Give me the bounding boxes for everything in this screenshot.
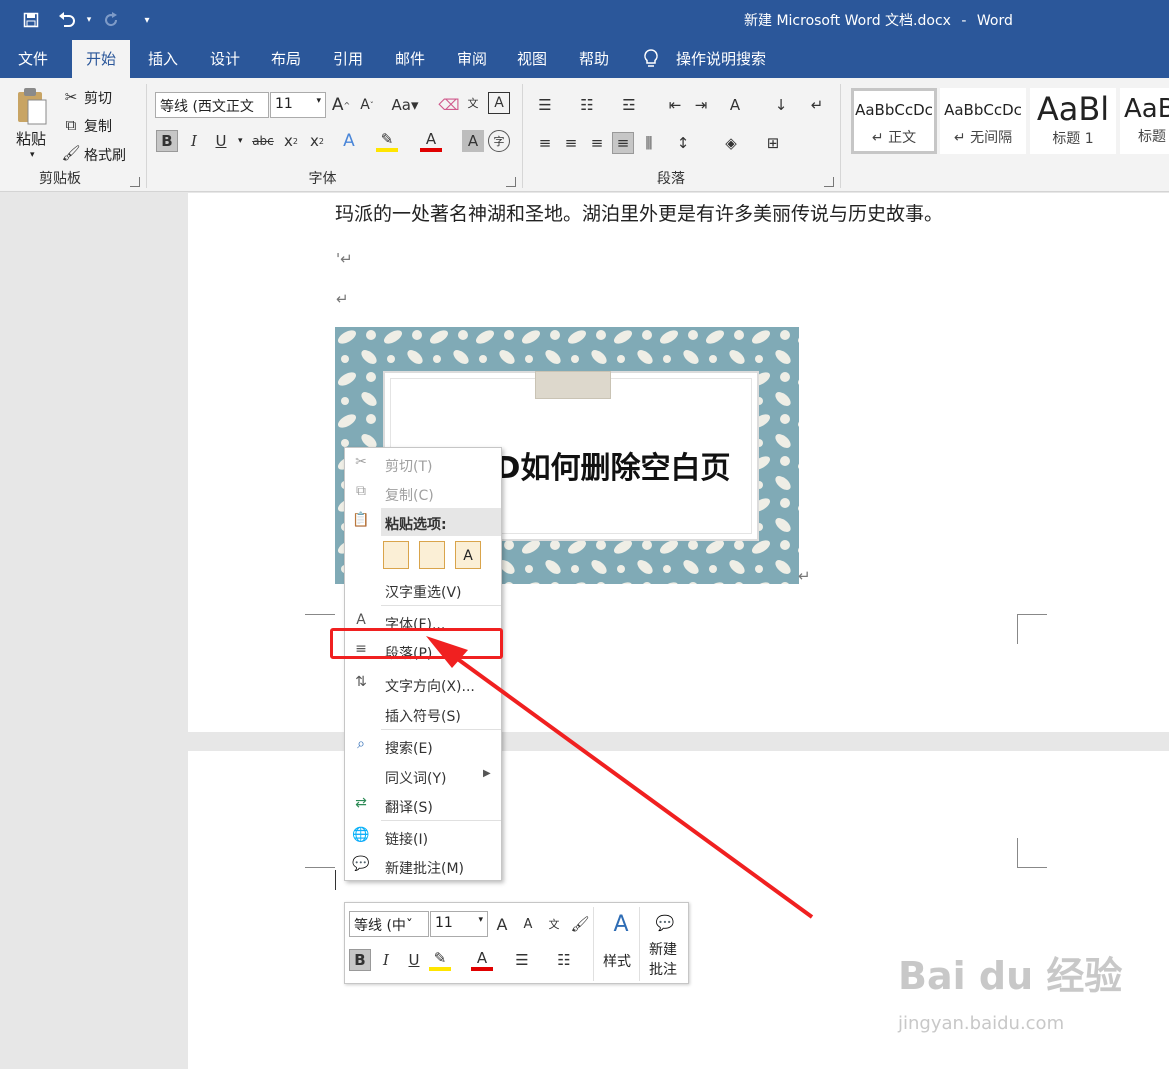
toolbar-divider	[593, 907, 594, 981]
underline-icon[interactable]: U	[403, 949, 425, 971]
new-comment-label[interactable]: 批注	[649, 959, 677, 979]
format-painter-icon[interactable]: 🖌	[569, 913, 591, 935]
new-comment-label[interactable]: 新建	[649, 939, 677, 959]
toolbar-divider	[639, 907, 640, 981]
watermark-brand: Bai du 经验	[898, 954, 1123, 998]
mini-font-name-combo[interactable]: 等线 (中ˇ	[349, 911, 429, 937]
mini-font-name-value: 等线 (中ˇ	[354, 918, 413, 934]
mini-font-size-value: 11	[435, 915, 453, 931]
bullets-icon[interactable]: ☰	[511, 949, 533, 971]
mini-font-size-combo[interactable]: 11 ▾	[430, 911, 488, 937]
mini-toolbar: 等线 (中ˇ 11 ▾ A A 文 🖌 B I U ✎ A ☰ ☷ A 样式 💬 …	[344, 902, 689, 984]
styles-icon[interactable]: A	[607, 909, 635, 939]
phonetic-guide-icon[interactable]: 文	[543, 913, 565, 935]
numbering-icon[interactable]: ☷	[553, 949, 575, 971]
new-comment-icon[interactable]: 💬	[651, 909, 679, 937]
shrink-font-icon[interactable]: A	[517, 913, 539, 935]
font-color-icon[interactable]: A	[471, 949, 493, 971]
styles-button[interactable]: 样式	[603, 951, 631, 971]
watermark-url: jingyan.baidu.com	[898, 1013, 1065, 1034]
grow-font-icon[interactable]: A	[491, 913, 513, 935]
italic-icon[interactable]: I	[375, 949, 397, 971]
bold-icon[interactable]: B	[349, 949, 371, 971]
highlight-icon[interactable]: ✎	[429, 949, 451, 971]
